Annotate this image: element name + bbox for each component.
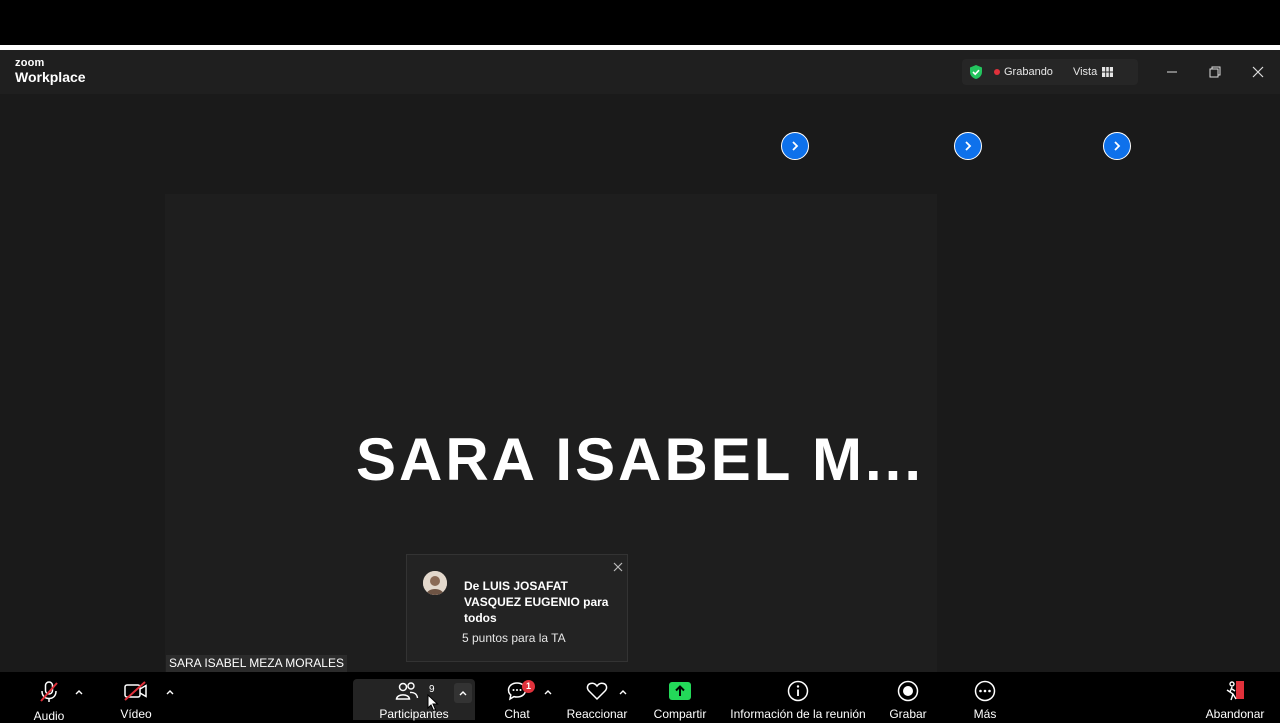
recording-status[interactable]: Grabando: [1004, 66, 1053, 78]
meeting-stage: [0, 94, 1280, 672]
meeting-toolbar: Audio Vídeo Participantes Chat Reacciona…: [0, 672, 1280, 723]
chat-sender-line: De LUIS JOSAFAT VASQUEZ EUGENIO para tod…: [464, 579, 609, 625]
view-button[interactable]: Vista: [1072, 66, 1114, 78]
leave-button[interactable]: Abandonar: [1204, 672, 1266, 720]
share-label: Compartir: [653, 707, 707, 721]
chevron-right-icon: [965, 141, 972, 151]
react-options-caret-icon[interactable]: [617, 686, 629, 698]
video-button[interactable]: Vídeo: [116, 672, 156, 720]
leave-label: Abandonar: [1205, 707, 1265, 721]
record-icon: [897, 680, 919, 702]
speaker-name-label: SARA ISABEL MEZA MORALES: [166, 655, 347, 672]
top-black-band: [0, 0, 1280, 45]
meeting-info-button[interactable]: Información de la reunión: [730, 672, 866, 721]
close-window-button[interactable]: [1248, 62, 1268, 82]
view-button-label: Vista: [1072, 66, 1098, 78]
chat-unread-badge: 1: [522, 680, 535, 693]
logo-big-text: Workplace: [15, 69, 86, 85]
chat-notification-popup[interactable]: De LUIS JOSAFAT VASQUEZ EUGENIO para tod…: [406, 554, 628, 662]
person-avatar-icon: [423, 571, 447, 595]
info-icon: [787, 680, 809, 702]
restore-button[interactable]: [1205, 62, 1225, 82]
chat-options-caret-icon[interactable]: [542, 686, 554, 698]
participants-button[interactable]: Participantes: [378, 672, 450, 720]
heart-icon: [585, 680, 609, 702]
meeting-info-label: Información de la reunión: [730, 707, 866, 721]
leave-door-icon: [1223, 680, 1247, 702]
next-gallery-arrow-1[interactable]: [781, 132, 809, 160]
close-icon: [1252, 66, 1264, 78]
chat-message-text: 5 puntos para la TA: [462, 631, 566, 645]
record-label: Grabar: [889, 707, 927, 721]
minimize-button[interactable]: [1162, 62, 1182, 82]
video-options-caret-icon[interactable]: [164, 686, 176, 698]
audio-label: Audio: [33, 709, 65, 723]
video-label: Vídeo: [120, 707, 152, 721]
mouse-cursor-icon: [427, 694, 439, 712]
grid-view-icon: [1102, 67, 1114, 77]
audio-options-caret-icon[interactable]: [73, 686, 85, 698]
chevron-right-icon: [792, 141, 799, 151]
chevron-up-icon: [459, 691, 467, 696]
meeting-status-group: Grabando Vista: [962, 59, 1138, 85]
title-bar: zoom Workplace Grabando Vista: [0, 50, 1280, 94]
restore-icon: [1209, 66, 1221, 78]
next-gallery-arrow-3[interactable]: [1103, 132, 1131, 160]
close-notification-icon[interactable]: [612, 561, 624, 573]
chevron-right-icon: [1114, 141, 1121, 151]
zoom-workplace-logo: zoom Workplace: [15, 57, 86, 85]
record-button[interactable]: Grabar: [888, 672, 928, 720]
muted-mic-icon: [38, 680, 60, 704]
logo-small-text: zoom: [15, 57, 45, 69]
audio-button[interactable]: Audio: [28, 672, 70, 723]
recording-dot-icon: [994, 69, 1000, 75]
participants-options-caret[interactable]: [454, 683, 472, 703]
react-label: Reaccionar: [566, 707, 628, 721]
share-button[interactable]: Compartir: [652, 672, 708, 720]
sender-avatar: [423, 571, 447, 595]
next-gallery-arrow-2[interactable]: [954, 132, 982, 160]
more-dots-icon: [974, 680, 996, 702]
speaker-display-name: SARA ISABEL M...: [355, 426, 925, 493]
more-label: Más: [973, 707, 997, 721]
share-screen-icon: [668, 680, 692, 702]
video-off-icon: [123, 680, 149, 702]
more-button[interactable]: Más: [968, 672, 1002, 720]
chat-label: Chat: [504, 707, 530, 721]
encryption-shield-icon[interactable]: [968, 64, 984, 80]
minimize-icon: [1167, 71, 1177, 73]
participants-icon: [395, 680, 419, 702]
